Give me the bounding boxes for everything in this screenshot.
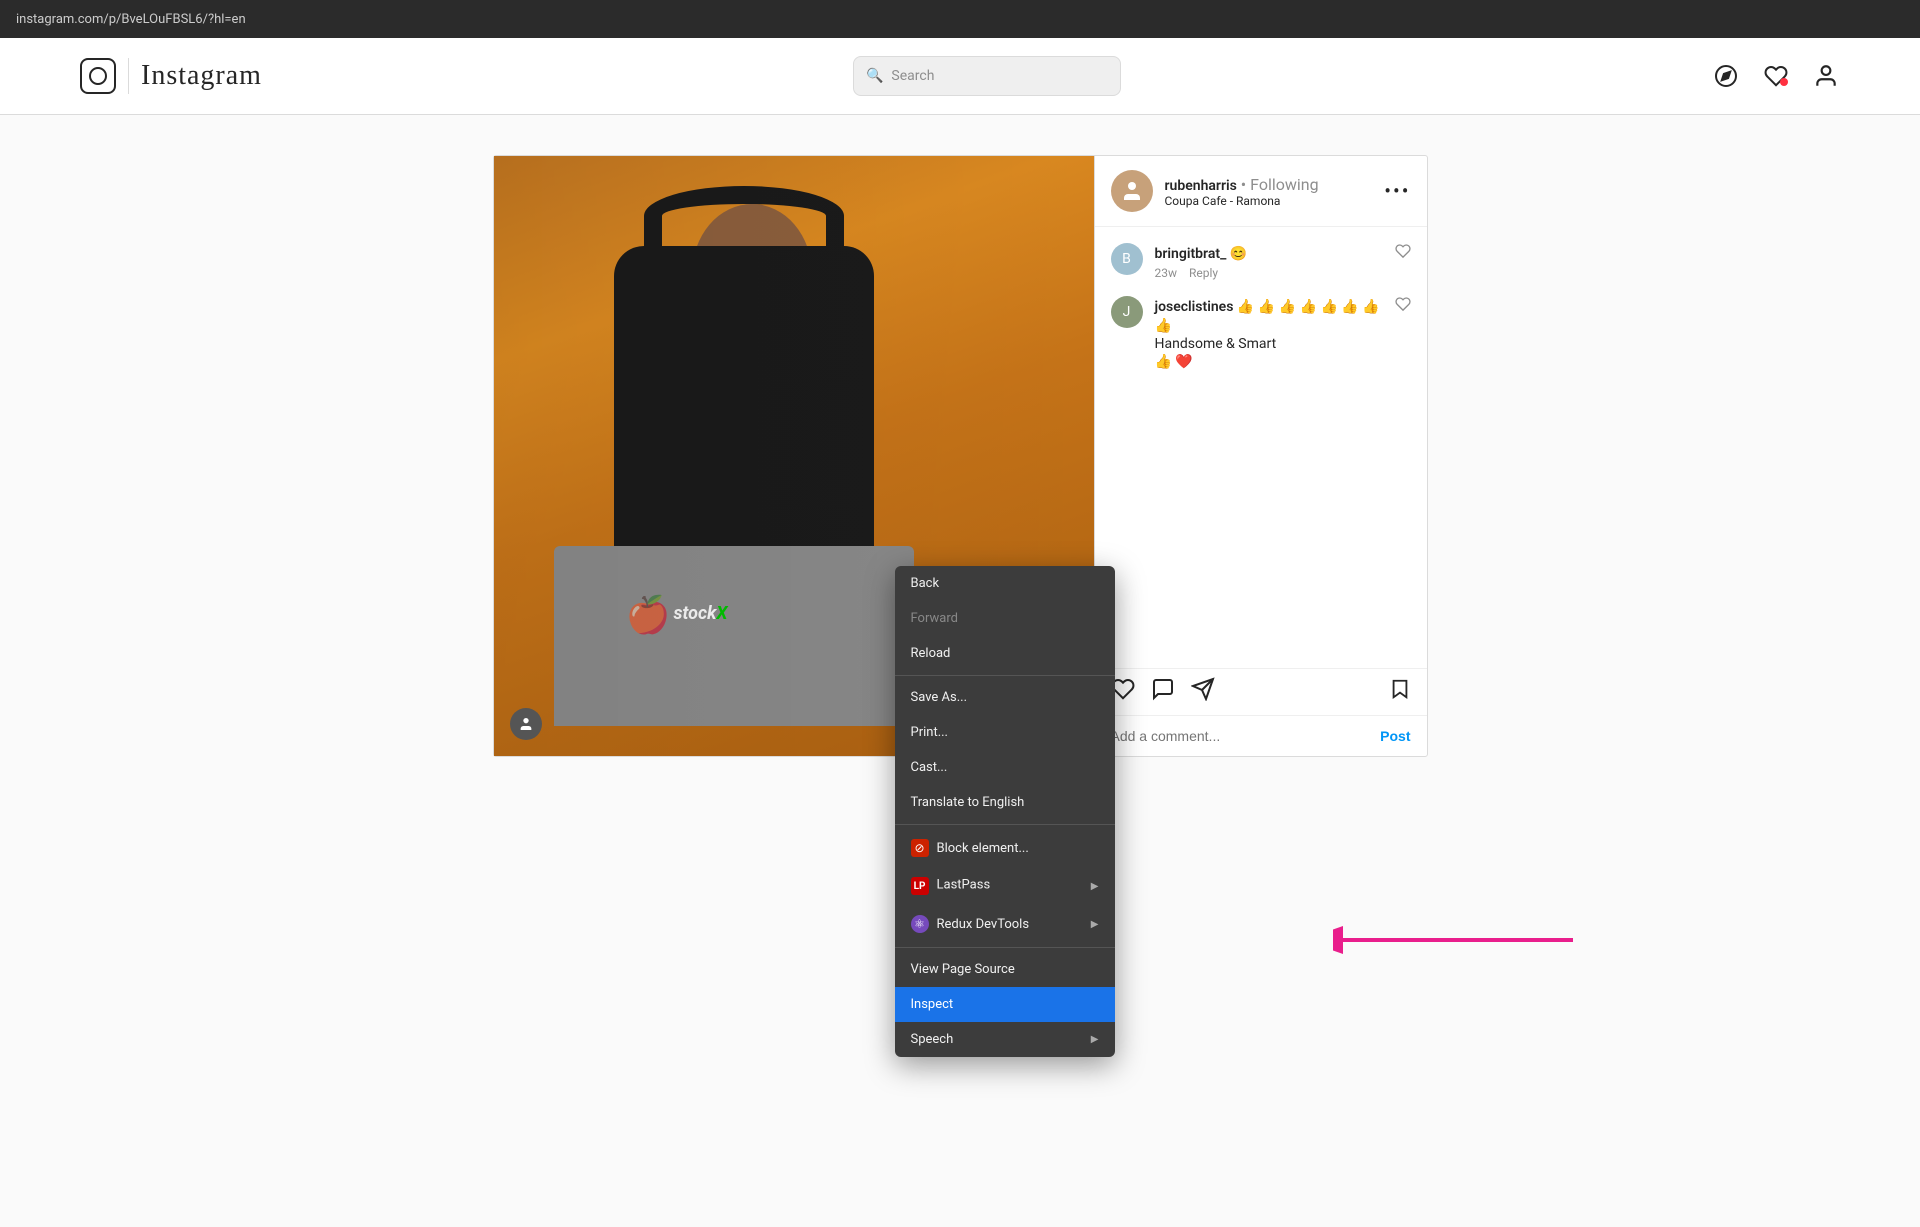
context-translate-label: Translate to English: [911, 795, 1025, 810]
comments-area: B bringitbrat_ 😊 23w Reply: [1095, 227, 1427, 668]
block-element-icon: ⊘: [911, 839, 929, 857]
context-menu-redux[interactable]: ⚛Redux DevTools ▶: [895, 905, 1115, 943]
notification-dot: [1780, 78, 1788, 86]
context-menu-inspect[interactable]: Inspect: [895, 987, 1115, 1022]
context-menu-save-as[interactable]: Save As...: [895, 680, 1115, 715]
comment-like-icon-2[interactable]: [1395, 296, 1411, 316]
context-view-source-label: View Page Source: [911, 962, 1015, 977]
context-menu-print[interactable]: Print...: [895, 715, 1115, 750]
search-icon: 🔍: [866, 68, 883, 84]
heart-icon[interactable]: [1762, 62, 1790, 90]
comment-text-3: 👍 ❤️: [1155, 354, 1383, 370]
context-menu-reload[interactable]: Reload: [895, 636, 1115, 671]
main-content: 🍎 stockX: [0, 115, 1920, 757]
context-menu-forward: Forward: [895, 601, 1115, 636]
lastpass-arrow-icon: ▶: [1091, 881, 1099, 892]
context-menu-cast[interactable]: Cast...: [895, 750, 1115, 785]
post-and-menu-wrapper: 🍎 stockX: [493, 155, 1428, 757]
context-separator-3: [895, 947, 1115, 948]
comment-action-icon[interactable]: [1151, 677, 1175, 707]
context-block-content: ⊘Block element...: [911, 839, 1029, 857]
post-username[interactable]: rubenharris: [1165, 178, 1237, 194]
post-comment-button[interactable]: Post: [1380, 728, 1410, 744]
logo-square-icon: [80, 58, 116, 94]
header: Instagram 🔍 Search: [0, 38, 1920, 115]
comment-input[interactable]: [1111, 728, 1381, 744]
reply-button-1[interactable]: Reply: [1189, 266, 1218, 280]
url-text: instagram.com/p/BveLOuFBSL6/?hl=en: [16, 12, 246, 27]
context-save-as-label: Save As...: [911, 690, 968, 705]
post-more-button[interactable]: •••: [1384, 179, 1410, 203]
redux-arrow-icon: ▶: [1091, 919, 1099, 930]
comment-text-2: Handsome & Smart: [1155, 336, 1383, 352]
title-bar: instagram.com/p/BveLOuFBSL6/?hl=en: [0, 0, 1920, 38]
context-menu-back[interactable]: Back: [895, 566, 1115, 601]
commenter-avatar-1: B: [1111, 243, 1143, 275]
search-bar[interactable]: 🔍 Search: [853, 56, 1121, 96]
logo-circle-icon: [89, 67, 107, 85]
context-menu-view-source[interactable]: View Page Source: [895, 952, 1115, 987]
header-right: [1712, 62, 1840, 90]
context-reload-label: Reload: [911, 646, 951, 661]
context-lastpass-content: LPLastPass: [911, 877, 991, 895]
post-author-avatar[interactable]: [1111, 170, 1153, 212]
context-menu: Back Forward Reload Save As...: [895, 566, 1115, 1057]
post-following-label[interactable]: Following: [1250, 175, 1318, 194]
page-wrapper: instagram.com/p/BveLOuFBSL6/?hl=en Insta…: [0, 0, 1920, 757]
context-back-label: Back: [911, 576, 940, 591]
comment-content-2: joseclistines 👍 👍 👍 👍 👍 👍 👍 👍 Handsome &…: [1155, 296, 1383, 370]
commenter-avatar-2: J: [1111, 296, 1143, 328]
post-container: 🍎 stockX: [493, 155, 1428, 757]
comment-input-area: Post: [1095, 715, 1427, 756]
header-left: Instagram: [80, 58, 262, 94]
context-separator-2: [895, 824, 1115, 825]
instagram-logo[interactable]: Instagram: [80, 58, 262, 94]
comment-like-icon-1[interactable]: [1395, 243, 1411, 263]
context-forward-label: Forward: [911, 611, 958, 626]
comment-meta-1: 23w Reply: [1155, 266, 1383, 280]
context-speech-label: Speech: [911, 1032, 954, 1047]
post-actions: [1095, 668, 1427, 715]
context-separator-1: [895, 675, 1115, 676]
post-username-line: rubenharris • Following: [1165, 175, 1385, 194]
context-redux-content: ⚛Redux DevTools: [911, 915, 1030, 933]
post-location: Coupa Cafe - Ramona: [1165, 194, 1385, 208]
post-user-info: rubenharris • Following Coupa Cafe - Ram…: [1165, 175, 1385, 208]
post-sidebar: rubenharris • Following Coupa Cafe - Ram…: [1094, 156, 1427, 756]
search-placeholder: Search: [891, 68, 934, 84]
commenter-username-2[interactable]: joseclistines 👍 👍 👍 👍 👍 👍 👍 👍: [1155, 299, 1380, 334]
context-menu-lastpass[interactable]: LPLastPass ▶: [895, 867, 1115, 905]
arrow-svg: [1333, 915, 1583, 965]
redux-icon: ⚛: [911, 915, 929, 933]
lastpass-icon: LP: [911, 877, 929, 895]
comment-content-1: bringitbrat_ 😊 23w Reply: [1155, 243, 1383, 280]
post-author-avatar-small[interactable]: [510, 708, 542, 740]
share-action-icon[interactable]: [1191, 677, 1215, 707]
context-cast-label: Cast...: [911, 760, 948, 775]
context-menu-translate[interactable]: Translate to English: [895, 785, 1115, 820]
post-header: rubenharris • Following Coupa Cafe - Ram…: [1095, 156, 1427, 227]
speech-arrow-icon: ▶: [1091, 1034, 1099, 1045]
arrow-annotation: [1333, 915, 1583, 969]
context-print-label: Print...: [911, 725, 948, 740]
logo-divider: [128, 58, 129, 94]
comment-row: B bringitbrat_ 😊 23w Reply: [1111, 243, 1411, 280]
instagram-wordmark: Instagram: [141, 60, 262, 92]
comment-row-2: J joseclistines 👍 👍 👍 👍 👍 👍 👍 👍 Handsome…: [1111, 296, 1411, 370]
context-menu-block[interactable]: ⊘Block element...: [895, 829, 1115, 867]
comment-time-1: 23w: [1155, 266, 1178, 280]
context-menu-speech[interactable]: Speech ▶: [895, 1022, 1115, 1057]
explore-icon[interactable]: [1712, 62, 1740, 90]
context-inspect-label: Inspect: [911, 997, 954, 1012]
bookmark-action-icon[interactable]: [1389, 678, 1411, 706]
commenter-username-1[interactable]: bringitbrat_ 😊: [1155, 246, 1248, 262]
profile-icon[interactable]: [1812, 62, 1840, 90]
